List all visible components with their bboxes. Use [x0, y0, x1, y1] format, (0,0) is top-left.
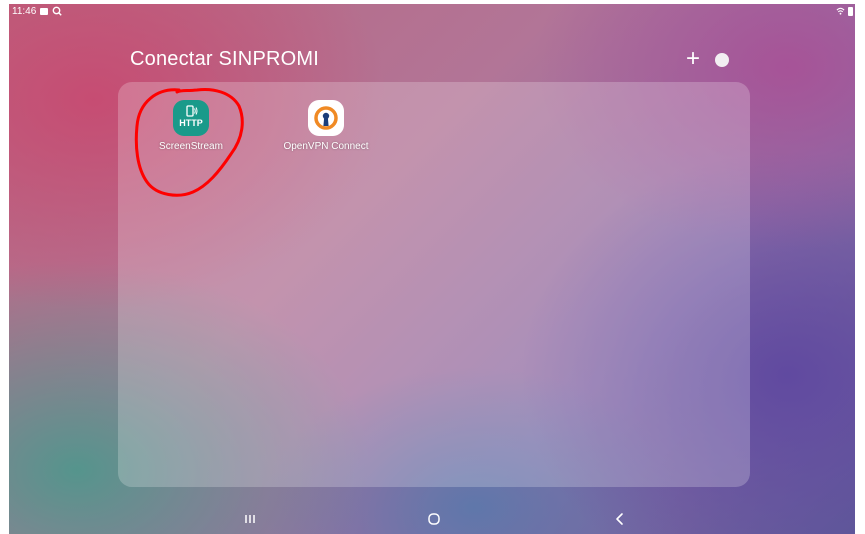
- openvpn-logo: [314, 106, 338, 130]
- home-icon[interactable]: [419, 510, 449, 528]
- recents-icon[interactable]: [235, 510, 265, 528]
- search-notification-icon: [52, 6, 62, 16]
- folder-color-button[interactable]: [715, 53, 729, 67]
- status-time: 11:46: [12, 6, 37, 17]
- app-label-screenstream: ScreenStream: [159, 141, 223, 152]
- back-icon[interactable]: [605, 510, 635, 528]
- app-screenstream[interactable]: HTTP ScreenStream: [141, 100, 241, 160]
- screenstream-http-icon[interactable]: HTTP: [173, 100, 209, 136]
- gallery-notification-icon: [40, 8, 48, 15]
- folder-title[interactable]: Conectar SINPROMI: [130, 48, 319, 71]
- status-bar: 11:46: [9, 4, 855, 20]
- app-openvpn-connect[interactable]: OpenVPN Connect: [276, 100, 376, 160]
- wifi-icon: [836, 7, 845, 15]
- openvpn-icon[interactable]: [308, 100, 344, 136]
- tablet-screen: 11:46 Conectar SINPROMI + HTTP ScreenStr…: [9, 4, 855, 534]
- navigation-bar: [9, 504, 855, 534]
- battery-icon: [848, 7, 853, 16]
- add-app-button[interactable]: +: [683, 47, 703, 71]
- app-label-openvpn: OpenVPN Connect: [283, 141, 369, 152]
- http-label: HTTP: [179, 118, 203, 128]
- phone-cast-glyph: [186, 105, 198, 117]
